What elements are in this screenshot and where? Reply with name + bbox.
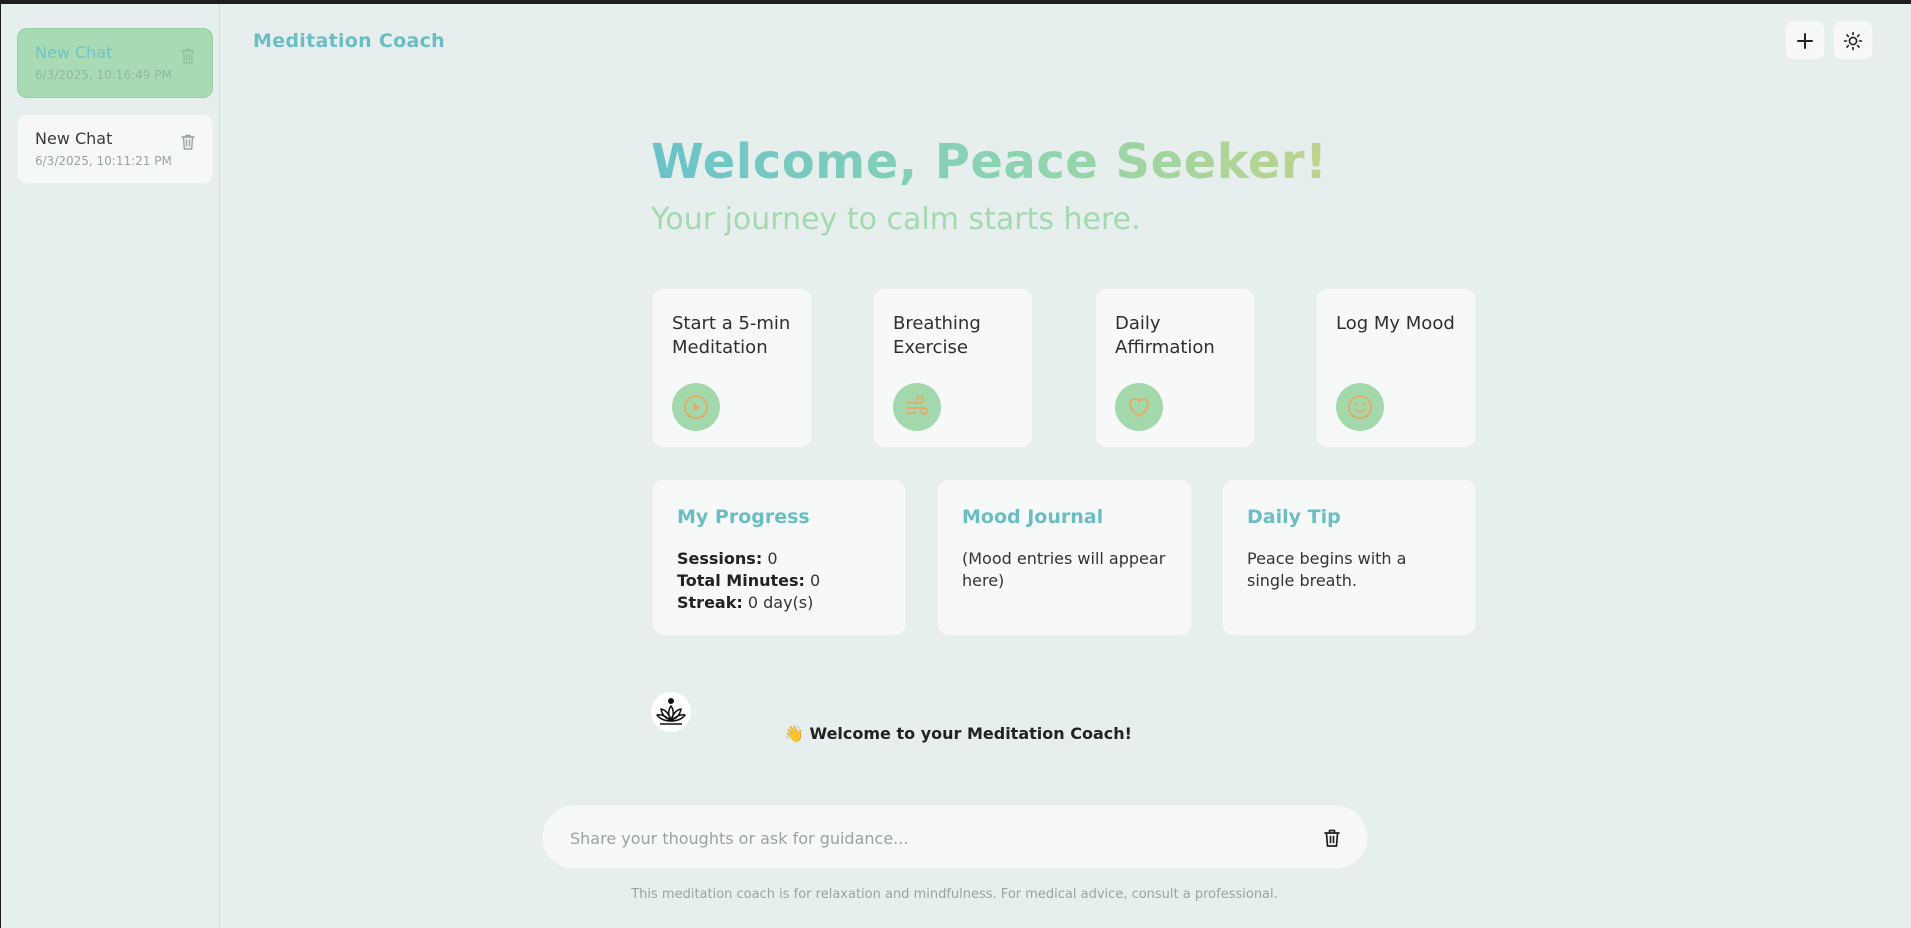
- play-icon: [684, 395, 708, 419]
- minutes-label: Total Minutes:: [677, 571, 805, 590]
- sun-icon: [1843, 31, 1863, 50]
- chat-date: 6/3/2025, 10:11:21 PM: [35, 154, 172, 168]
- new-chat-button[interactable]: [1785, 21, 1825, 60]
- chat-input[interactable]: [570, 824, 1290, 852]
- trash-icon[interactable]: [1323, 828, 1341, 848]
- streak-stat: Streak: 0 day(s): [677, 592, 887, 614]
- action-icon-badge: [672, 383, 720, 431]
- action-label: Breathing Exercise: [893, 313, 981, 358]
- action-label: Start a 5-min Meditation: [672, 313, 791, 358]
- plus-icon: [1797, 32, 1813, 49]
- minutes-value: 0: [809, 571, 821, 590]
- bot-welcome-message: 👋 Welcome to your Meditation Coach!: [784, 724, 1132, 743]
- sessions-stat: Sessions: 0: [677, 548, 887, 570]
- mood-journal-body: (Mood entries will appear here): [962, 549, 1166, 590]
- streak-label: Streak:: [677, 593, 743, 612]
- chat-date: 6/3/2025, 10:16:49 PM: [35, 68, 172, 82]
- mood-journal-title: Mood Journal: [962, 506, 1104, 528]
- action-icon-badge: [1115, 383, 1163, 431]
- daily-tip-card: Daily Tip Peace begins with a single bre…: [1222, 479, 1476, 636]
- log-mood-card[interactable]: Log My Mood: [1316, 288, 1476, 448]
- welcome-heading: Welcome, Peace Seeker!: [651, 134, 1328, 190]
- smile-icon: [1348, 395, 1372, 419]
- progress-card: My Progress Sessions: 0 Total Minutes: 0…: [652, 479, 906, 636]
- chat-title: New Chat: [35, 129, 113, 148]
- minutes-stat: Total Minutes: 0: [677, 570, 887, 592]
- mood-journal-card: Mood Journal (Mood entries will appear h…: [937, 479, 1192, 636]
- theme-toggle-button[interactable]: [1833, 21, 1873, 60]
- daily-tip-body: Peace begins with a single breath.: [1247, 549, 1407, 590]
- streak-value: 0 day(s): [747, 593, 814, 612]
- progress-stats: Sessions: 0 Total Minutes: 0 Streak: 0 d…: [677, 548, 887, 614]
- disclaimer-text: This meditation coach is for relaxation …: [631, 887, 1278, 902]
- start-meditation-card[interactable]: Start a 5-min Meditation: [652, 288, 812, 448]
- chat-title: New Chat: [35, 43, 113, 62]
- sessions-value: 0: [767, 549, 778, 568]
- trash-icon[interactable]: [180, 47, 196, 65]
- app-window: New Chat 6/3/2025, 10:16:49 PM New Chat …: [1, 4, 1911, 928]
- welcome-subtitle: Your journey to calm starts here.: [651, 202, 1141, 237]
- trash-icon[interactable]: [180, 133, 196, 151]
- chat-list-item[interactable]: New Chat 6/3/2025, 10:16:49 PM: [17, 28, 213, 98]
- main-panel: Meditation Coach Welcome, Peace Seeker! …: [221, 4, 1911, 928]
- chat-list-item[interactable]: New Chat 6/3/2025, 10:11:21 PM: [17, 114, 213, 184]
- wind-icon: [906, 396, 928, 415]
- heart-icon: [1129, 398, 1149, 417]
- action-label: Daily Affirmation: [1115, 313, 1215, 358]
- app-title: Meditation Coach: [253, 30, 446, 52]
- lotus-icon: [656, 698, 686, 725]
- chat-sidebar: New Chat 6/3/2025, 10:16:49 PM New Chat …: [1, 4, 220, 928]
- bot-avatar: [651, 692, 691, 732]
- action-label: Log My Mood: [1336, 313, 1455, 334]
- progress-title: My Progress: [677, 506, 810, 528]
- chat-input-bar: [542, 805, 1368, 869]
- daily-affirmation-card[interactable]: Daily Affirmation: [1095, 288, 1255, 448]
- action-icon-badge: [1336, 383, 1384, 431]
- action-icon-badge: [893, 383, 941, 431]
- sessions-label: Sessions:: [677, 549, 763, 568]
- breathing-exercise-card[interactable]: Breathing Exercise: [873, 288, 1033, 448]
- daily-tip-title: Daily Tip: [1247, 506, 1341, 528]
